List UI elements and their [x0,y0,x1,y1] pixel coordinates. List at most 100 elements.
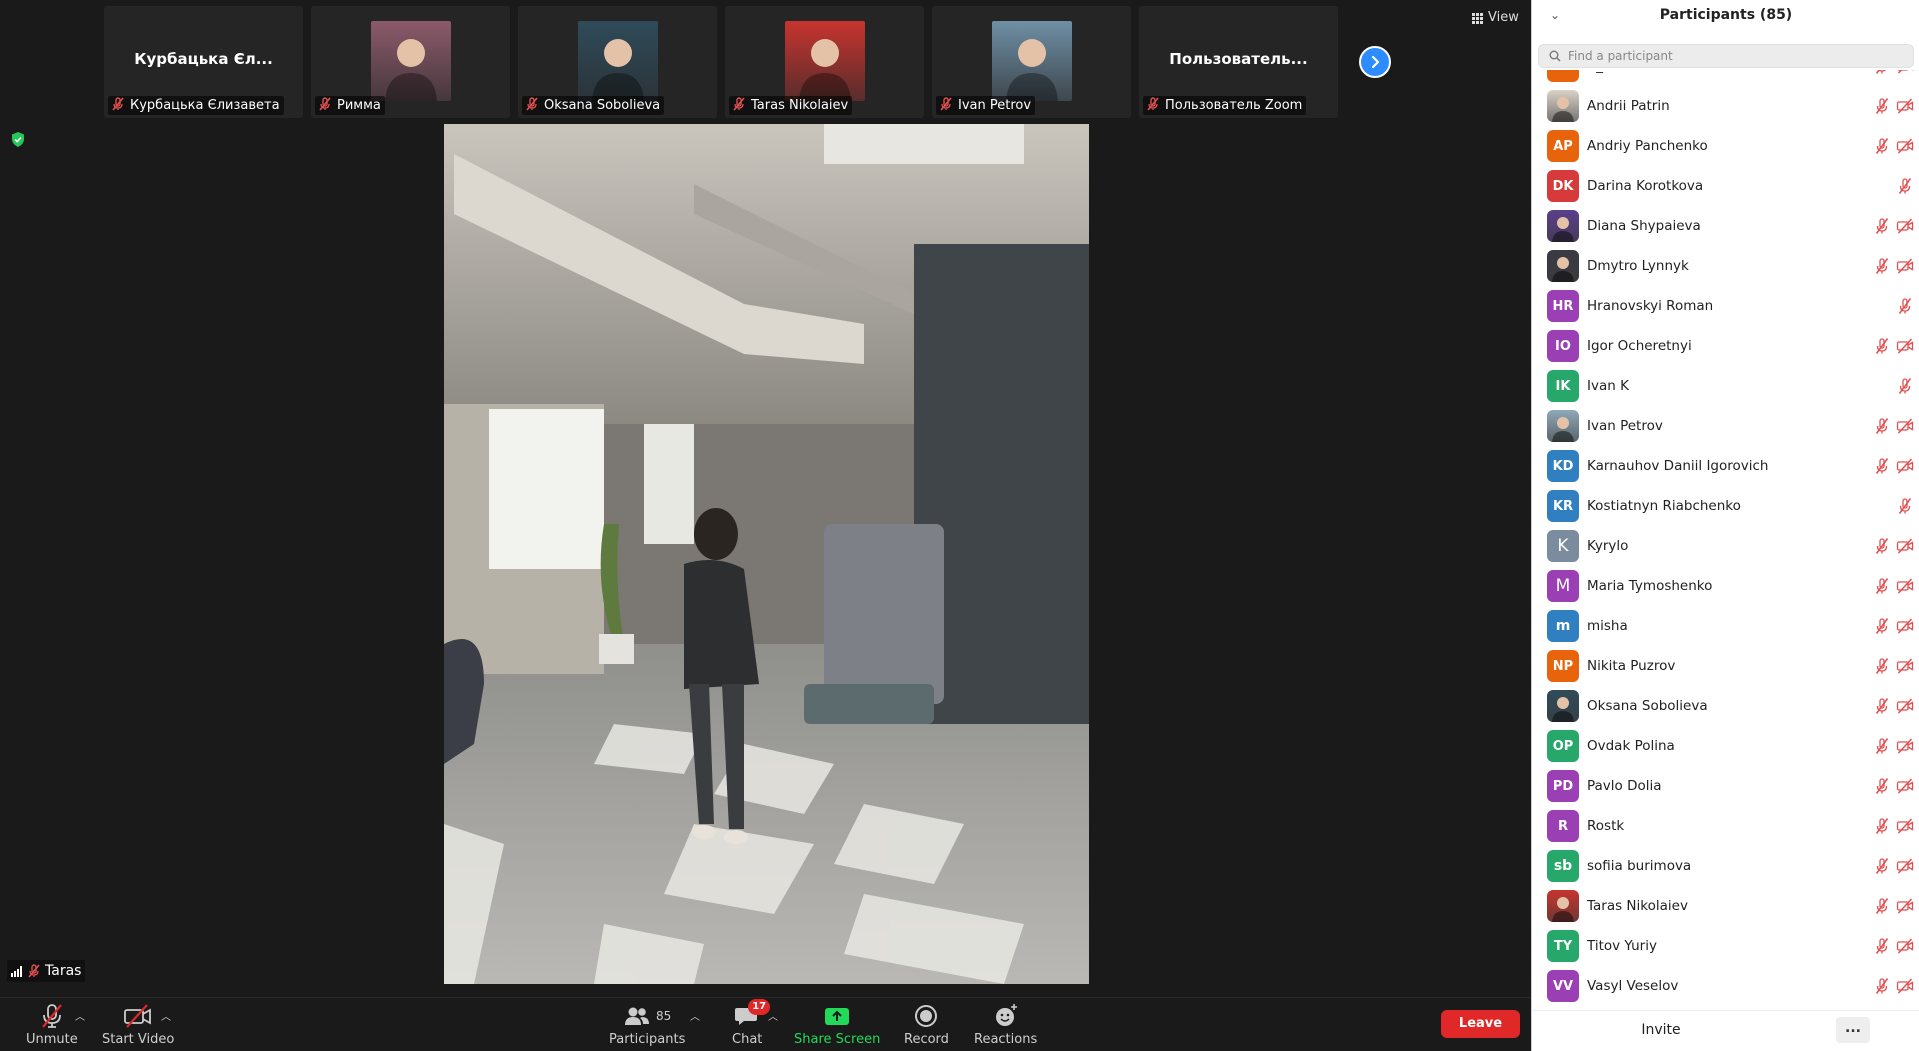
audio-options-caret[interactable]: ︿ [75,1008,85,1023]
video-off-icon[interactable] [1896,897,1914,915]
video-off-icon[interactable] [1896,537,1914,555]
gallery-tile[interactable]: Taras Nikolaiev [725,6,924,118]
participant-row[interactable]: IK Ivan K [1532,366,1919,406]
mic-muted-icon[interactable] [1873,617,1891,635]
reactions-button[interactable]: Reactions [974,1002,1037,1047]
participant-row[interactable]: Oksana Sobolieva [1532,686,1919,726]
unmute-button[interactable]: Unmute [26,1002,78,1047]
mic-muted-icon[interactable] [1873,70,1891,75]
video-off-icon[interactable] [1896,697,1914,715]
gallery-tile[interactable]: Курбацька Єл... Курбацька Єлизавета [104,6,303,118]
participants-options-caret[interactable]: ︿ [690,1008,700,1023]
mic-muted-icon[interactable] [1873,137,1891,155]
mic-muted-icon[interactable] [1873,977,1891,995]
participant-row[interactable]: KR Kostiatnyn Riabchenko [1532,486,1919,526]
participant-row[interactable]: K Kyrylo [1532,526,1919,566]
participants-count: 85 [656,1009,672,1023]
share-screen-button[interactable]: Share Screen [794,1002,880,1047]
gallery-tile[interactable]: Ivan Petrov [932,6,1131,118]
active-speaker-video[interactable] [444,124,1089,984]
chat-options-caret[interactable]: ︿ [768,1008,778,1023]
mic-muted-icon[interactable] [1873,777,1891,795]
video-off-icon[interactable] [1896,257,1914,275]
participants-button[interactable]: 85 Participants [609,1002,685,1047]
video-off-icon[interactable] [1896,137,1914,155]
participant-search[interactable] [1538,44,1914,68]
participant-row[interactable]: VV Vasyl Veselov [1532,966,1919,1006]
mic-muted-icon[interactable] [1873,217,1891,235]
participant-row[interactable]: NP Nikita Puzrov [1532,646,1919,686]
participant-row[interactable]: sb sofiia burimova [1532,846,1919,886]
video-off-icon[interactable] [1896,817,1914,835]
mic-muted-icon[interactable] [1873,937,1891,955]
mic-muted-icon[interactable] [1873,537,1891,555]
gallery-tile[interactable]: Пользователь... Пользователь Zoom [1139,6,1338,118]
mic-muted-icon[interactable] [1873,897,1891,915]
video-off-icon[interactable] [1896,217,1914,235]
video-off-icon[interactable] [1896,70,1914,75]
mic-muted-icon[interactable] [1873,697,1891,715]
record-button[interactable]: Record [904,1002,949,1047]
invite-button[interactable]: Invite [1625,1017,1697,1043]
video-off-icon[interactable] [1896,977,1914,995]
leave-button[interactable]: Leave [1441,1010,1520,1038]
participant-row[interactable]: IO Igor Ocheretnyi [1532,326,1919,366]
video-off-icon[interactable] [1896,737,1914,755]
mic-muted-icon[interactable] [1873,817,1891,835]
gallery-tile[interactable]: Римма [311,6,510,118]
mic-muted-icon[interactable] [1896,377,1914,395]
mic-muted-icon[interactable] [1896,177,1914,195]
mic-muted-icon[interactable] [1873,97,1891,115]
participant-row[interactable]: Ivan Petrov [1532,406,1919,446]
video-off-icon[interactable] [1896,777,1914,795]
search-input[interactable] [1568,49,1898,63]
more-options-button[interactable]: ... [1836,1017,1870,1043]
tile-name: Taras Nikolaiev [751,98,849,113]
mic-muted-icon [42,1004,62,1028]
video-off-icon[interactable] [1896,857,1914,875]
mic-muted-icon[interactable] [1873,657,1891,675]
video-off-icon[interactable] [1896,657,1914,675]
avatar: IO [1547,330,1579,362]
video-off-icon[interactable] [1896,97,1914,115]
participant-row[interactable]: AP Andriy Panchenko [1532,126,1919,166]
view-button[interactable]: View [1464,6,1527,30]
mic-muted-icon[interactable] [1896,497,1914,515]
participant-name: Andrii Patrin [1587,98,1670,114]
video-off-icon[interactable] [1896,937,1914,955]
mic-muted-icon[interactable] [1873,457,1891,475]
participant-row[interactable]: A A_V [1532,70,1919,86]
encryption-shield-icon[interactable] [10,131,26,148]
participant-row[interactable]: M Maria Tymoshenko [1532,566,1919,606]
video-off-icon[interactable] [1896,417,1914,435]
mic-muted-icon[interactable] [1873,857,1891,875]
mic-muted-icon[interactable] [1873,417,1891,435]
mic-muted-icon[interactable] [1873,577,1891,595]
video-off-icon[interactable] [1896,617,1914,635]
participant-row[interactable]: Taras Nikolaiev [1532,886,1919,926]
participant-row[interactable]: m misha [1532,606,1919,646]
gallery-tile[interactable]: Oksana Sobolieva [518,6,717,118]
gallery-next-button[interactable] [1359,46,1391,78]
mic-muted-icon[interactable] [1873,737,1891,755]
mic-muted-icon[interactable] [1896,297,1914,315]
participant-row[interactable]: OP Ovdak Polina [1532,726,1919,766]
participant-row[interactable]: KD Karnauhov Daniil Igorovich [1532,446,1919,486]
avatar: PD [1547,770,1579,802]
video-options-caret[interactable]: ︿ [161,1008,171,1023]
video-off-icon[interactable] [1896,577,1914,595]
mic-muted-icon[interactable] [1873,257,1891,275]
mic-muted-icon[interactable] [1873,337,1891,355]
participant-row[interactable]: DK Darina Korotkova [1532,166,1919,206]
participant-row[interactable]: R Rostk [1532,806,1919,846]
participant-row[interactable]: HR Hranovskyi Roman [1532,286,1919,326]
video-off-icon[interactable] [1896,337,1914,355]
participant-row[interactable]: Andrii Patrin [1532,86,1919,126]
chat-button[interactable]: 17 Chat [732,999,771,1047]
start-video-label: Start Video [102,1032,175,1047]
participant-row[interactable]: Diana Shypaieva [1532,206,1919,246]
participant-row[interactable]: PD Pavlo Dolia [1532,766,1919,806]
video-off-icon[interactable] [1896,457,1914,475]
participant-row[interactable]: Dmytro Lynnyk [1532,246,1919,286]
participant-row[interactable]: TY Titov Yuriy [1532,926,1919,966]
